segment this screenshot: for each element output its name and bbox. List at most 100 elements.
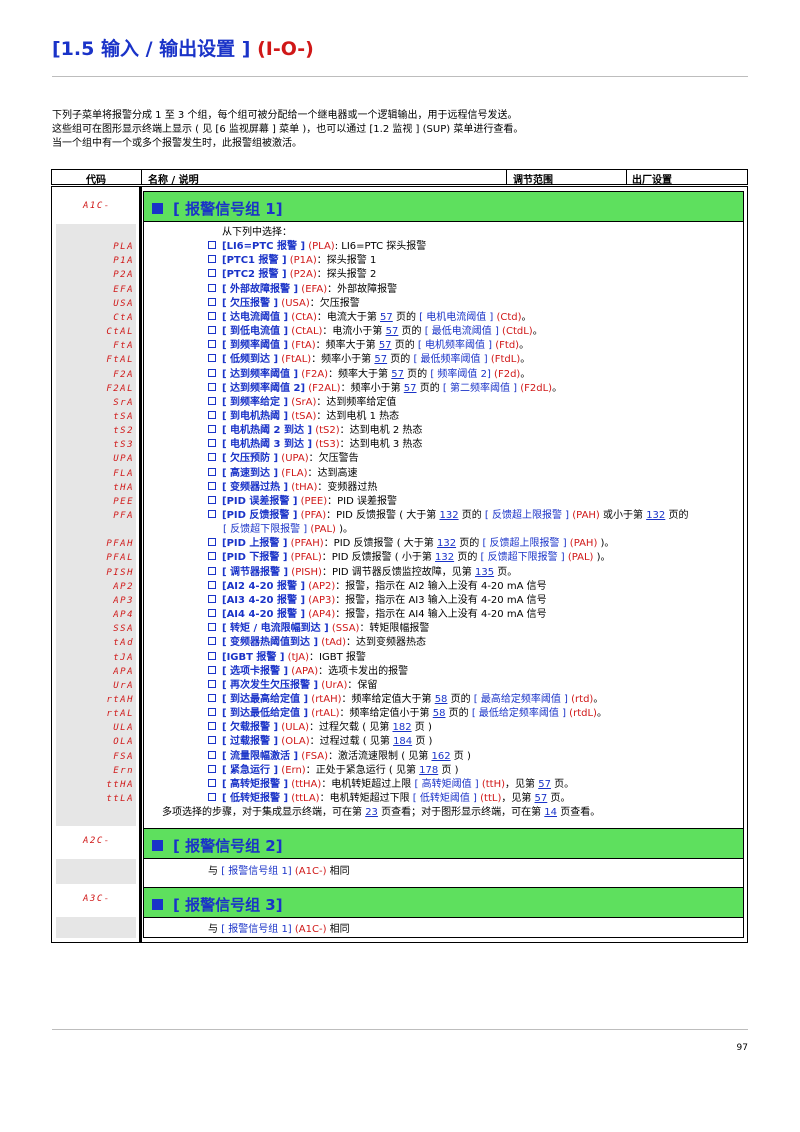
item-desc: 。 — [521, 311, 532, 323]
item-code: P2A — [113, 270, 134, 281]
parameter-link: [ 反馈超上限报警 ] — [482, 538, 567, 550]
item-code: tHA — [113, 482, 134, 493]
checkbox-icon[interactable] — [208, 326, 216, 335]
page-link[interactable]: 57 — [404, 383, 417, 394]
checkbox-icon[interactable] — [208, 396, 216, 405]
page-link[interactable]: 14 — [544, 807, 557, 818]
checkbox-icon[interactable] — [208, 297, 216, 306]
item-desc: 。 — [532, 326, 543, 338]
item-desc: ：转矩限幅报警 — [359, 623, 430, 635]
page-link[interactable]: 57 — [391, 369, 404, 380]
checkbox-icon[interactable] — [208, 651, 216, 660]
item-code: EFA — [113, 284, 134, 295]
checkbox-icon[interactable] — [208, 425, 216, 434]
checkbox-icon[interactable] — [208, 467, 216, 476]
list-item: [ 流量限幅激活 ] (FSA)：激活流速限制 ( 见第 162 页 ) — [208, 750, 471, 764]
page-link[interactable]: 57 — [535, 793, 548, 804]
page-link[interactable]: 58 — [433, 708, 446, 719]
checkbox-icon[interactable] — [208, 481, 216, 490]
page-link[interactable]: 162 — [432, 751, 451, 762]
checkbox-icon[interactable] — [208, 623, 216, 632]
item-code: P1A — [113, 256, 134, 267]
page-link[interactable]: 135 — [475, 567, 494, 578]
list-item: [ 调节器报警 ] (PISH)：PID 调节器反馈监控故障，见第 135 页。 — [208, 566, 517, 580]
item-desc: (CtdL) — [498, 326, 533, 338]
checkbox-icon[interactable] — [208, 778, 216, 787]
page-link[interactable]: 57 — [379, 340, 392, 351]
item-desc: 。 — [519, 340, 530, 352]
same-suffix: 相同 — [326, 866, 350, 877]
checkbox-icon[interactable] — [208, 453, 216, 462]
checkbox-icon[interactable] — [208, 495, 216, 504]
item-desc: ：频率小于第 — [311, 354, 375, 366]
list-item: [ 变频器过热 ] (tHA)：变频器过热 — [208, 481, 377, 495]
checkbox-icon[interactable] — [208, 354, 216, 363]
checkbox-icon[interactable] — [208, 241, 216, 250]
checkbox-icon[interactable] — [208, 410, 216, 419]
item-name: [ 转矩 / 电流限幅到达 ] — [222, 623, 329, 635]
checkbox-icon[interactable] — [208, 382, 216, 391]
page-link[interactable]: 58 — [435, 694, 448, 705]
checkbox-icon[interactable] — [208, 311, 216, 320]
page-link[interactable]: 178 — [419, 765, 438, 776]
group2-code: A2C- — [83, 836, 111, 846]
checkbox-icon[interactable] — [208, 665, 216, 674]
checkbox-icon[interactable] — [208, 637, 216, 646]
bullet-square-icon — [152, 899, 163, 910]
item-desc: ：选项卡发出的报警 — [318, 665, 409, 677]
page-link[interactable]: 132 — [437, 538, 456, 549]
page-link[interactable]: 132 — [435, 552, 454, 563]
page-link[interactable]: 57 — [538, 779, 551, 790]
item-symbol: (FLA) — [281, 467, 308, 479]
page-link[interactable]: 23 — [365, 807, 378, 818]
same-prefix: 与 — [208, 866, 222, 877]
page-link[interactable]: 57 — [380, 312, 393, 323]
page-link[interactable]: 182 — [393, 722, 412, 733]
checkbox-icon[interactable] — [208, 580, 216, 589]
checkbox-icon[interactable] — [208, 736, 216, 745]
list-item: [AI4 4-20 报警 ] (AP4)：报警，指示在 AI4 输入上没有 4-… — [208, 608, 547, 622]
item-desc: (rtdL) — [566, 708, 597, 720]
checkbox-icon[interactable] — [208, 269, 216, 278]
item-code: UPA — [113, 454, 134, 465]
checkbox-icon[interactable] — [208, 255, 216, 264]
page-link[interactable]: 57 — [374, 354, 387, 365]
checkbox-icon[interactable] — [208, 609, 216, 618]
checkbox-icon[interactable] — [208, 750, 216, 759]
list-item: [IGBT 报警 ] (tJA)：IGBT 报警 — [208, 651, 366, 665]
checkbox-icon[interactable] — [208, 693, 216, 702]
item-name: [IGBT 报警 ] — [222, 651, 285, 663]
checkbox-icon[interactable] — [208, 764, 216, 773]
list-item: [ 变频器热阈值到达 ] (tAd)：达到变频器热态 — [208, 636, 426, 650]
list-item: [ 到电机热阈 ] (tSA)：达到电机 1 热态 — [208, 410, 399, 424]
item-desc: (Ftd) — [492, 340, 520, 352]
group1-link[interactable]: [ 报警信号组 1] — [221, 866, 292, 877]
checkbox-icon[interactable] — [208, 594, 216, 603]
checkbox-icon[interactable] — [208, 679, 216, 688]
parameter-link: [ 电机频率阈值 ] — [417, 340, 493, 352]
page-link[interactable]: 57 — [386, 326, 399, 337]
group3-code-cell: A3C- — [56, 884, 136, 917]
header-divider — [506, 170, 507, 184]
checkbox-icon[interactable] — [208, 722, 216, 731]
page-link[interactable]: 132 — [439, 510, 458, 521]
checkbox-icon[interactable] — [208, 566, 216, 575]
item-symbol: (tJA) — [287, 651, 310, 663]
group2-title-text: [ 报警信号组 2] — [173, 837, 283, 855]
checkbox-icon[interactable] — [208, 552, 216, 561]
table-header: 代码 名称 / 说明 调节范围 出厂设置 — [51, 169, 748, 186]
same-suffix: 相同 — [326, 924, 350, 935]
checkbox-icon[interactable] — [208, 708, 216, 717]
item-desc: ：PID 反馈报警 ( 大于第 — [326, 510, 440, 521]
checkbox-icon[interactable] — [208, 439, 216, 448]
checkbox-icon[interactable] — [208, 510, 216, 518]
checkbox-icon[interactable] — [208, 340, 216, 349]
checkbox-icon[interactable] — [208, 538, 216, 547]
group1-link[interactable]: [ 报警信号组 1] — [221, 924, 292, 935]
item-desc: 页的 — [456, 538, 483, 550]
checkbox-icon[interactable] — [208, 793, 216, 801]
checkbox-icon[interactable] — [208, 283, 216, 292]
page-link[interactable]: 132 — [646, 510, 665, 521]
checkbox-icon[interactable] — [208, 368, 216, 377]
page-link[interactable]: 184 — [393, 736, 412, 747]
